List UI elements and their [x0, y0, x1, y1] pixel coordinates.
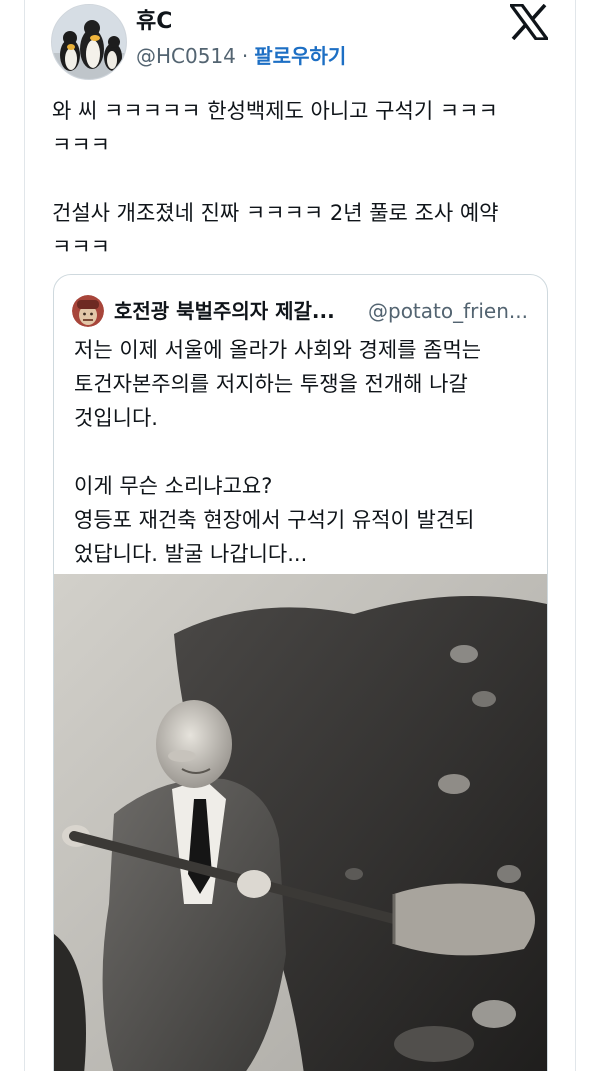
digging-man-photo	[54, 574, 547, 1071]
separator-dot: ·	[241, 44, 249, 68]
follow-button[interactable]: 팔로우하기	[254, 44, 346, 68]
author-display-name[interactable]: 휴C	[136, 8, 172, 36]
quoted-display-name[interactable]: 호전광 북벌주의자 제갈...	[114, 297, 366, 325]
tweet-text: 와 씨 ㅋㅋㅋㅋㅋ 한성백제도 아니고 구석기 ㅋㅋㅋ ㅋㅋㅋ 건설사 개조졌네…	[52, 99, 499, 259]
quoted-handle[interactable]: @potato_frien...	[368, 297, 544, 325]
author-handle[interactable]: @HC0514	[136, 44, 236, 68]
quoted-tweet-photo[interactable]	[54, 574, 547, 1071]
penguin-avatar-image	[52, 5, 126, 79]
avatar-image	[72, 295, 104, 327]
quoted-author-avatar[interactable]	[72, 295, 104, 327]
tweet-card: 휴C @HC0514 · 팔로우하기 와 씨 ㅋㅋㅋㅋㅋ 한성백제도 아니고 구석기…	[0, 0, 600, 1071]
quoted-tweet-text: 저는 이제 서울에 올라가 사회와 경제를 좀먹는 토건자본주의를 저지하는 투…	[74, 338, 482, 566]
quoted-tweet[interactable]: 호전광 북벌주의자 제갈... @potato_frien... 저는 이제 서…	[53, 274, 548, 1071]
author-handle-row: @HC0514 · 팔로우하기	[136, 42, 346, 70]
x-logo-icon[interactable]	[507, 3, 551, 41]
card-border-right	[575, 0, 576, 1071]
card-border-left	[24, 0, 25, 1071]
author-avatar[interactable]	[51, 4, 127, 80]
